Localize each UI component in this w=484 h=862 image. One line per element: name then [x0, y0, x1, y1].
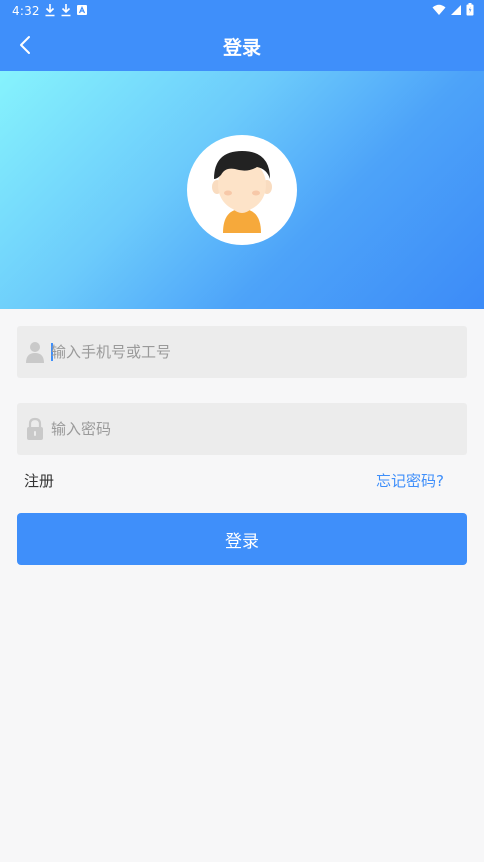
- lock-icon: [27, 417, 43, 440]
- register-link[interactable]: 注册: [24, 470, 54, 491]
- signal-icon: [451, 4, 461, 15]
- account-field[interactable]: [17, 326, 467, 378]
- download-icon: [45, 4, 55, 17]
- person-icon: [26, 342, 44, 363]
- wifi-icon: [432, 4, 446, 15]
- status-system-icons: [432, 3, 474, 16]
- status-bar: 4:32: [0, 0, 484, 22]
- notification-icon: [77, 5, 87, 15]
- page-title: 登录: [222, 37, 261, 59]
- status-time: 4:32: [12, 4, 40, 18]
- avatar: [187, 135, 297, 245]
- forgot-password-link[interactable]: 忘记密码?: [376, 470, 444, 491]
- password-field[interactable]: [17, 403, 467, 455]
- login-button[interactable]: 登录: [17, 513, 467, 565]
- battery-icon: [466, 3, 474, 16]
- account-input[interactable]: [51, 326, 451, 378]
- download-icon: [61, 4, 71, 17]
- hero-banner: [0, 71, 484, 309]
- password-input[interactable]: [51, 403, 451, 455]
- top-app-bar: 4:32 登录: [0, 0, 484, 71]
- user-avatar-illustration: [212, 151, 272, 233]
- status-notifications: [44, 3, 88, 17]
